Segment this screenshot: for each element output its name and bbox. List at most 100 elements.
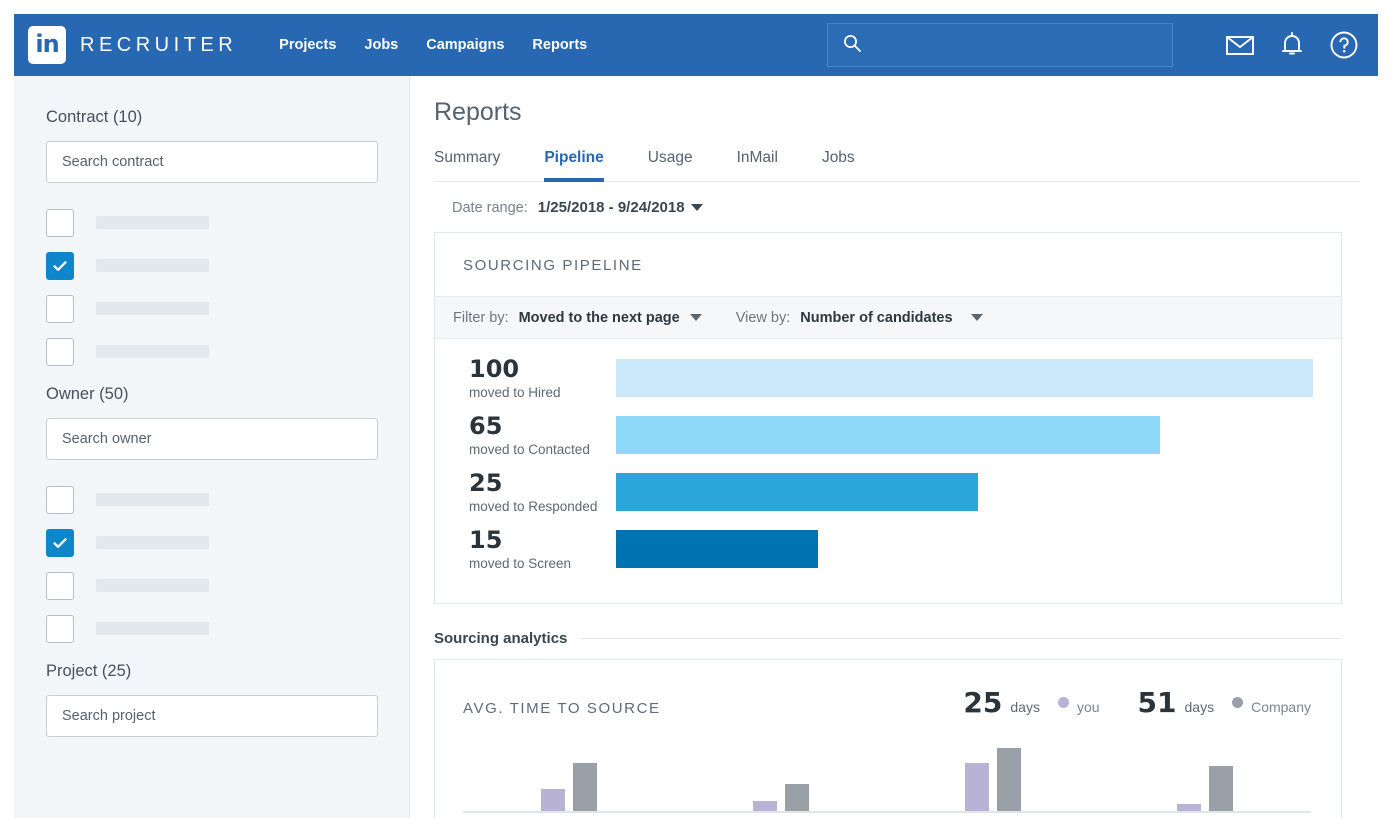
- pipeline-bar[interactable]: [616, 416, 1160, 454]
- nav-link-reports[interactable]: Reports: [532, 37, 587, 53]
- facet-option-row[interactable]: [46, 478, 377, 521]
- date-range-row: Date range: 1/25/2018 - 9/24/2018: [434, 182, 1360, 232]
- chart-bar-company[interactable]: [997, 748, 1021, 813]
- facet-option-row[interactable]: [46, 201, 377, 244]
- facet-project-title: Project (25): [46, 662, 377, 681]
- checkbox-unchecked[interactable]: [46, 338, 74, 366]
- facet-option-row[interactable]: [46, 564, 377, 607]
- nav-link-campaigns[interactable]: Campaigns: [426, 37, 504, 53]
- nav-icon-group: [1225, 30, 1378, 60]
- brand-wordmark: RECRUITER: [80, 34, 237, 57]
- search-input[interactable]: [874, 37, 1154, 53]
- pipeline-filter-bar: Filter by: Moved to the next page View b…: [435, 296, 1341, 339]
- app-body: Contract (10): [14, 76, 1378, 818]
- facet-contract-search[interactable]: [46, 141, 378, 183]
- filter-by-value[interactable]: Moved to the next page: [519, 310, 680, 326]
- chart-group: [1177, 766, 1233, 813]
- pipeline-row-labels: 25 moved to Responded: [451, 471, 616, 514]
- search-project-input[interactable]: [62, 708, 362, 724]
- nav-link-projects[interactable]: Projects: [279, 37, 336, 53]
- report-tabs: Summary Pipeline Usage InMail Jobs: [434, 149, 1360, 182]
- sourcing-pipeline-card: SOURCING PIPELINE Filter by: Moved to th…: [434, 232, 1342, 604]
- pipeline-bar[interactable]: [616, 530, 818, 568]
- search-icon: [842, 33, 862, 58]
- chevron-down-icon[interactable]: [691, 204, 703, 211]
- legend-item-company: 51 days Company: [1138, 686, 1311, 719]
- divider: [581, 638, 1342, 639]
- date-range-value[interactable]: 1/25/2018 - 9/24/2018: [538, 199, 685, 216]
- facet-option-row[interactable]: [46, 607, 377, 650]
- checkbox-unchecked[interactable]: [46, 209, 74, 237]
- pipeline-bar-track: [616, 528, 1313, 568]
- date-range-label: Date range:: [452, 200, 528, 216]
- pipeline-bar-track: [616, 414, 1313, 454]
- search-contract-input[interactable]: [62, 154, 362, 170]
- legend-company-value: 51: [1138, 686, 1177, 719]
- screenshot-page: in RECRUITER Projects Jobs Campaigns Rep…: [0, 0, 1392, 818]
- checkbox-unchecked[interactable]: [46, 486, 74, 514]
- legend-you-value: 25: [963, 686, 1002, 719]
- section-title: Sourcing analytics: [434, 630, 567, 647]
- chart-bar-you[interactable]: [965, 763, 989, 813]
- pipeline-bar[interactable]: [616, 473, 978, 511]
- nav-link-jobs[interactable]: Jobs: [364, 37, 398, 53]
- tab-jobs[interactable]: Jobs: [822, 149, 855, 181]
- pipeline-row-labels: 65 moved to Contacted: [451, 414, 616, 457]
- facet-owner-title: Owner (50): [46, 385, 377, 404]
- filter-by-chevron-down-icon[interactable]: [690, 314, 702, 321]
- mail-icon[interactable]: [1225, 33, 1255, 57]
- pipeline-row: 25 moved to Responded: [451, 471, 1313, 528]
- facet-contract-title: Contract (10): [46, 108, 377, 127]
- facet-option-row[interactable]: [46, 521, 377, 564]
- pipeline-value: 15: [469, 528, 616, 553]
- facet-option-row[interactable]: [46, 287, 377, 330]
- main-content: Reports Summary Pipeline Usage InMail Jo…: [410, 76, 1378, 818]
- checkbox-checked[interactable]: [46, 252, 74, 280]
- pipeline-category: moved to Contacted: [469, 442, 616, 457]
- recruiter-app: in RECRUITER Projects Jobs Campaigns Rep…: [14, 14, 1378, 818]
- filters-sidebar: Contract (10): [14, 76, 410, 818]
- option-label-placeholder: [96, 345, 209, 358]
- filter-by-label: Filter by:: [453, 310, 509, 326]
- facet-option-row[interactable]: [46, 244, 377, 287]
- pipeline-bar[interactable]: [616, 359, 1313, 397]
- tab-usage[interactable]: Usage: [648, 149, 693, 181]
- bell-icon[interactable]: [1279, 31, 1305, 59]
- pipeline-row-labels: 100 moved to Hired: [451, 357, 616, 400]
- facet-option-row[interactable]: [46, 330, 377, 373]
- facet-owner: Owner (50): [46, 385, 377, 650]
- checkbox-unchecked[interactable]: [46, 615, 74, 643]
- chart-bar-you[interactable]: [541, 789, 565, 813]
- chart-bar-company[interactable]: [573, 763, 597, 813]
- pipeline-row-labels: 15 moved to Screen: [451, 528, 616, 571]
- legend-you-unit: days: [1010, 699, 1040, 715]
- facet-contract: Contract (10): [46, 108, 377, 373]
- checkbox-checked[interactable]: [46, 529, 74, 557]
- view-by-chevron-down-icon[interactable]: [971, 314, 983, 321]
- chart-bar-company[interactable]: [1209, 766, 1233, 813]
- pipeline-bar-chart: 100 moved to Hired 65 moved to Contacted: [435, 339, 1341, 603]
- global-search: [827, 23, 1173, 67]
- brand[interactable]: in RECRUITER: [28, 26, 237, 64]
- chart-bar-company[interactable]: [785, 784, 809, 813]
- facet-owner-search[interactable]: [46, 418, 378, 460]
- tab-pipeline[interactable]: Pipeline: [544, 149, 603, 181]
- help-icon[interactable]: [1329, 30, 1359, 60]
- checkbox-unchecked[interactable]: [46, 572, 74, 600]
- legend-company-unit: days: [1185, 699, 1215, 715]
- linkedin-logo-icon[interactable]: in: [28, 26, 66, 64]
- pipeline-category: moved to Responded: [469, 499, 616, 514]
- avg-time-to-source-title: AVG. TIME TO SOURCE: [463, 686, 661, 717]
- search-box[interactable]: [827, 23, 1173, 67]
- facet-project-search[interactable]: [46, 695, 378, 737]
- analytics-legend: 25 days you 51 days Company: [963, 686, 1311, 719]
- checkbox-unchecked[interactable]: [46, 295, 74, 323]
- avg-time-to-source-card: AVG. TIME TO SOURCE 25 days you 51 days: [434, 659, 1342, 818]
- tab-inmail[interactable]: InMail: [737, 149, 778, 181]
- view-by-value[interactable]: Number of candidates: [800, 310, 952, 326]
- pipeline-category: moved to Screen: [469, 556, 616, 571]
- search-owner-input[interactable]: [62, 431, 362, 447]
- tab-summary[interactable]: Summary: [434, 149, 500, 181]
- option-label-placeholder: [96, 259, 209, 272]
- pipeline-value: 65: [469, 414, 616, 439]
